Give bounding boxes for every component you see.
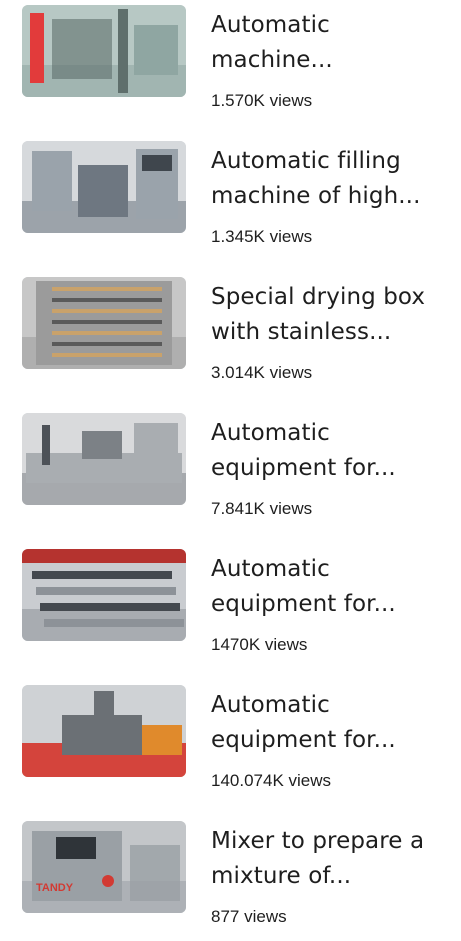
mixer-machine-thumbnail: TANDY	[22, 821, 186, 913]
video-thumbnail[interactable]	[22, 141, 186, 233]
video-item[interactable]: Automatic equipment for... 1470K views	[0, 549, 461, 669]
video-item[interactable]: Special drying box with stainless... 3.0…	[0, 277, 461, 397]
video-thumbnail[interactable]: TANDY	[22, 821, 186, 913]
automatic-equipment-thumbnail	[22, 413, 186, 505]
view-count: 1.345K views	[211, 227, 313, 246]
brand-logo-text: TANDY	[36, 882, 74, 894]
video-item[interactable]: Automatic equipment for... 140.074K view…	[0, 685, 461, 805]
video-thumbnail[interactable]	[22, 277, 186, 369]
view-count: 3.014K views	[211, 363, 313, 382]
video-title[interactable]: Automatic equipment for...	[211, 688, 451, 758]
video-item[interactable]: Automatic machine... 1.570K views	[0, 5, 461, 125]
video-thumbnail[interactable]	[22, 5, 186, 97]
video-title[interactable]: Automatic equipment for...	[211, 552, 451, 622]
view-count: 1470K views	[211, 635, 308, 654]
video-title[interactable]: Mixer to prepare a mixture of...	[211, 824, 451, 894]
video-item[interactable]: Automatic equipment for... 7.841K views	[0, 413, 461, 533]
video-thumbnail[interactable]	[22, 685, 186, 777]
drying-box-thumbnail	[22, 277, 186, 369]
video-title[interactable]: Automatic machine...	[211, 8, 451, 78]
video-title[interactable]: Automatic filling machine of high...	[211, 144, 451, 214]
filling-machine-thumbnail	[22, 141, 186, 233]
video-title[interactable]: Special drying box with stainless...	[211, 280, 451, 350]
conveyor-equipment-thumbnail	[22, 549, 186, 641]
view-count: 1.570K views	[211, 91, 313, 110]
view-count: 140.074K views	[211, 771, 332, 790]
video-title[interactable]: Automatic equipment for...	[211, 416, 451, 486]
view-count: 7.841K views	[211, 499, 313, 518]
video-thumbnail[interactable]	[22, 413, 186, 505]
rotary-equipment-thumbnail	[22, 685, 186, 777]
video-item[interactable]: Automatic filling machine of high... 1.3…	[0, 141, 461, 261]
packaging-machine-thumbnail	[22, 5, 186, 97]
video-thumbnail[interactable]	[22, 549, 186, 641]
video-item[interactable]: TANDY Mixer to prepare a mixture of... 8…	[0, 821, 461, 941]
